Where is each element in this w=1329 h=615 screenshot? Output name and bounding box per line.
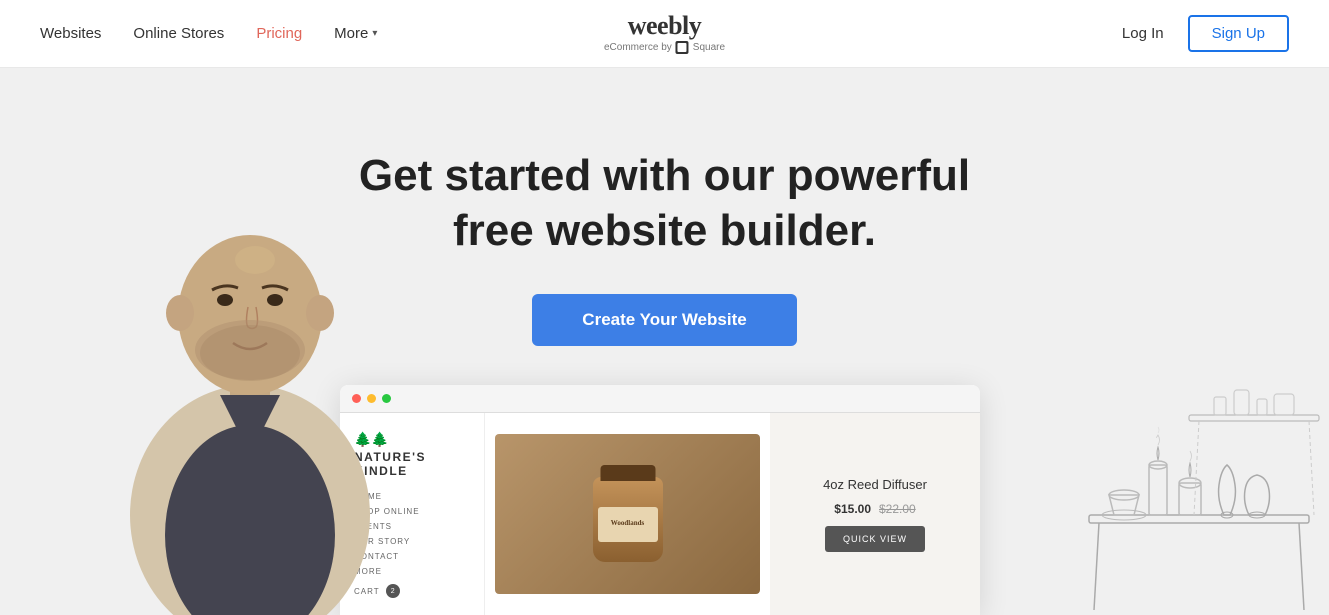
more-label: More	[334, 25, 368, 42]
logo-sub-text: eCommerce by	[604, 42, 672, 53]
browser-content: 🌲🌲 NATURE'S KINDLE HOME SHOP ONLINE EVEN…	[340, 413, 980, 615]
deco-svg	[1069, 315, 1329, 615]
logo: weebly eCommerce by Square	[604, 13, 725, 54]
price-old: $22.00	[879, 502, 916, 516]
chevron-down-icon: ▾	[372, 28, 377, 39]
jar-label-band: Woodlands	[598, 507, 658, 542]
header: Websites Online Stores Pricing More ▾ we…	[0, 0, 1329, 68]
nav-pricing[interactable]: Pricing	[256, 25, 302, 42]
nav-online-stores[interactable]: Online Stores	[133, 25, 224, 42]
product-image: Woodlands	[495, 434, 760, 594]
login-button[interactable]: Log In	[1122, 25, 1164, 42]
jar-shape: Woodlands	[593, 477, 663, 562]
hero-headline: Get started with our powerful free websi…	[315, 148, 1015, 258]
decoration-right	[1069, 315, 1329, 615]
logo-subtitle: eCommerce by Square	[604, 41, 725, 54]
quick-view-button[interactable]: QUICK VIEW	[825, 526, 925, 552]
jar-lid	[600, 465, 655, 481]
hero-section: Get started with our powerful free websi…	[0, 68, 1329, 615]
nav-websites[interactable]: Websites	[40, 25, 101, 42]
nav-left: Websites Online Stores Pricing More ▾	[40, 25, 377, 42]
cta-button[interactable]: Create Your Website	[532, 294, 796, 346]
price-current: $15.00	[834, 502, 871, 516]
browser-bar	[340, 385, 980, 413]
signup-button[interactable]: Sign Up	[1188, 15, 1289, 52]
square-label: Square	[693, 42, 725, 53]
product-name: 4oz Reed Diffuser	[823, 477, 927, 492]
square-icon	[676, 41, 689, 54]
jar-label-text: Woodlands	[611, 519, 644, 528]
product-card-left: Woodlands	[485, 413, 770, 615]
logo-wordmark: weebly	[604, 13, 725, 39]
nav-more[interactable]: More ▾	[334, 25, 377, 42]
browser-mockup: 🌲🌲 NATURE'S KINDLE HOME SHOP ONLINE EVEN…	[340, 385, 980, 615]
browser-main: Woodlands 4oz Reed Diffuser $15.00 $22.0…	[485, 413, 980, 615]
product-card-right: 4oz Reed Diffuser $15.00 $22.00 QUICK VI…	[770, 413, 980, 615]
price-row: $15.00 $22.00	[834, 502, 915, 516]
nav-right: Log In Sign Up	[1122, 15, 1289, 52]
hero-text: Get started with our powerful free websi…	[0, 68, 1329, 346]
